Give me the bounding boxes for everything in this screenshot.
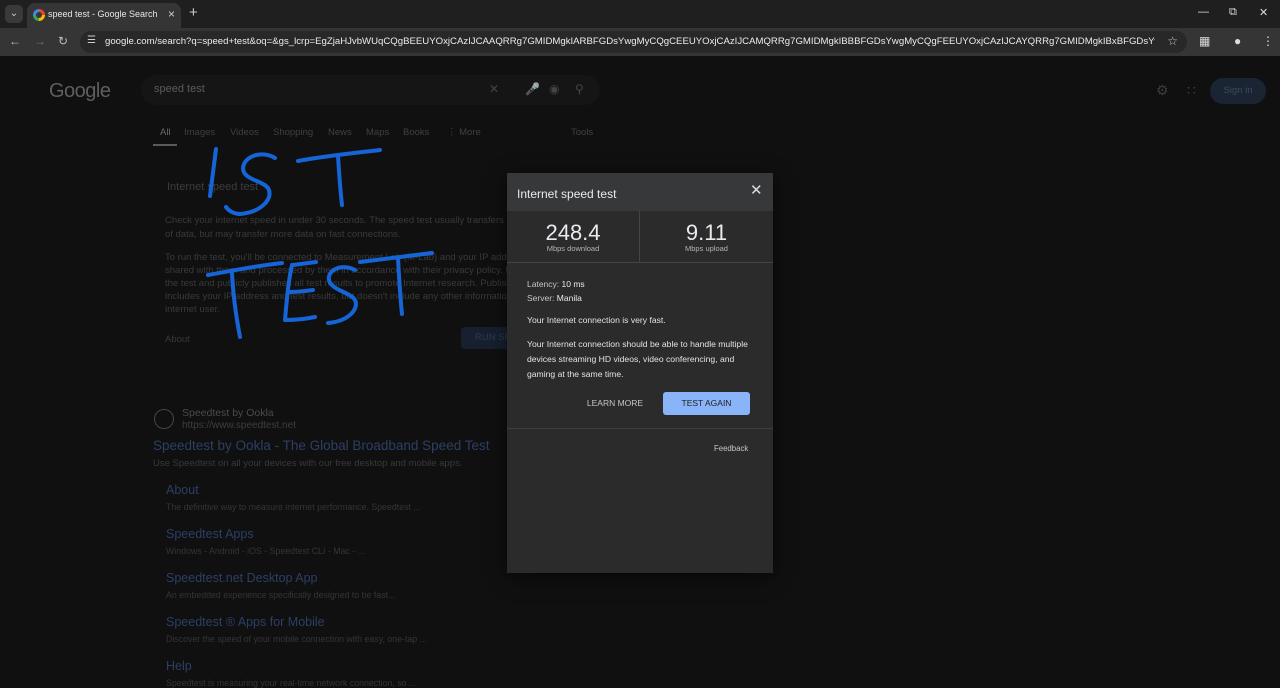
sign-in-button[interactable]: Sign in: [1210, 78, 1266, 104]
reload-icon[interactable]: ↻: [58, 34, 68, 48]
new-tab-icon[interactable]: +: [189, 5, 198, 20]
menu-icon[interactable]: ⋮: [1262, 34, 1274, 48]
sitelink-title[interactable]: Speedtest ® Apps for Mobile: [166, 615, 325, 629]
test-again-button[interactable]: TEST AGAIN: [663, 392, 750, 415]
back-icon[interactable]: ←: [9, 34, 21, 48]
dialog-divider: [507, 428, 773, 429]
mic-icon[interactable]: 🎤: [525, 82, 540, 96]
sitelink-desc: Speedtest is measuring your real-time ne…: [166, 678, 417, 688]
speed-test-text-3: To run the test, you'll be connected to …: [165, 252, 554, 263]
result-url[interactable]: https://www.speedtest.net: [182, 420, 296, 431]
profile-icon[interactable]: ●: [1234, 34, 1241, 48]
sitelink-title[interactable]: About: [166, 483, 199, 497]
lens-icon[interactable]: ◉: [549, 82, 559, 96]
latency-value: 10 ms: [561, 279, 585, 289]
upload-value: 9.11: [685, 220, 728, 245]
address-bar[interactable]: ☰ google.com/search?q=speed+test&oq=&gs_…: [80, 31, 1187, 53]
close-window-icon[interactable]: ✕: [1259, 6, 1268, 19]
screen: ⌄ speed test - Google Search × + — ⧉ ✕ ←…: [0, 0, 1280, 688]
speed-test-dialog: Internet speed test ✕ 248.4 Mbps downloa…: [507, 173, 773, 573]
site-info-icon[interactable]: ☰: [87, 35, 96, 46]
download-unit: Mbps download: [546, 244, 600, 253]
filter-all[interactable]: All: [160, 127, 171, 138]
google-logo[interactable]: Google: [49, 80, 111, 103]
close-tab-icon[interactable]: ×: [168, 7, 175, 21]
download-metric: 248.4 Mbps download: [507, 211, 640, 263]
latency-label: Latency:: [527, 279, 560, 289]
server-value: Manila: [556, 293, 582, 303]
dialog-title: Internet speed test: [517, 187, 617, 201]
tab-search-icon[interactable]: ⌄: [5, 5, 23, 23]
search-box[interactable]: speed test ✕ 🎤 ◉ ⚲: [141, 75, 600, 105]
filter-images[interactable]: Images: [184, 127, 215, 138]
speed-test-text-2: of data, but may transfer more data on f…: [165, 229, 401, 240]
learn-more-button[interactable]: LEARN MORE: [580, 398, 650, 412]
minimize-icon[interactable]: —: [1198, 6, 1209, 18]
sitelink-title[interactable]: Help: [166, 659, 192, 673]
tab-title: speed test - Google Search: [48, 9, 158, 19]
filter-more[interactable]: ⋮ More: [447, 127, 481, 138]
sitelink-desc: An embedded experience specifically desi…: [166, 590, 396, 600]
browser-tab[interactable]: speed test - Google Search ×: [27, 3, 181, 28]
sitelink-desc: The definitive way to measure internet p…: [166, 502, 421, 512]
search-icon[interactable]: ⚲: [575, 82, 584, 96]
upload-unit: Mbps upload: [685, 244, 728, 253]
latency-row: Latency: 10 ms: [527, 279, 585, 289]
ookla-favicon-icon: [154, 409, 174, 429]
server-row: Server: Manila: [527, 293, 582, 303]
sitelink-title[interactable]: Speedtest.net Desktop App: [166, 571, 318, 585]
bookmark-star-icon[interactable]: ☆: [1167, 34, 1178, 48]
search-input[interactable]: speed test: [154, 83, 205, 95]
feedback-link[interactable]: Feedback: [714, 444, 748, 453]
dialog-header: Internet speed test ✕: [507, 173, 773, 211]
verdict-text: Your Internet connection is very fast.: [527, 315, 666, 325]
detail-text: Your Internet connection should be able …: [527, 339, 748, 379]
about-link[interactable]: About: [165, 333, 190, 347]
extensions-icon[interactable]: ▦: [1199, 34, 1210, 48]
settings-gear-icon[interactable]: ⚙: [1156, 82, 1169, 99]
speed-test-heading: Internet speed test: [167, 181, 259, 193]
tools-button[interactable]: Tools: [571, 127, 593, 138]
address-url[interactable]: google.com/search?q=speed+test&oq=&gs_lc…: [105, 36, 1155, 47]
filter-news[interactable]: News: [328, 127, 352, 138]
filter-videos[interactable]: Videos: [230, 127, 259, 138]
filter-books[interactable]: Books: [403, 127, 429, 138]
speed-metrics: 248.4 Mbps download 9.11 Mbps upload: [507, 211, 773, 263]
speed-test-text-7: internet user.: [165, 304, 220, 315]
upload-metric: 9.11 Mbps upload: [640, 211, 773, 263]
filter-maps[interactable]: Maps: [366, 127, 389, 138]
download-value: 248.4: [545, 220, 601, 245]
sitelink-desc: Windows - Android - iOS - Speedtest CLI …: [166, 546, 365, 556]
result-title-link[interactable]: Speedtest by Ookla - The Global Broadban…: [153, 438, 489, 453]
apps-grid-icon[interactable]: ∷: [1187, 82, 1196, 99]
server-label: Server:: [527, 293, 555, 303]
tab-bar: ⌄ speed test - Google Search × + — ⧉ ✕: [0, 0, 1280, 28]
forward-icon[interactable]: →: [34, 34, 46, 48]
sitelink-title[interactable]: Speedtest Apps: [166, 527, 254, 541]
clear-icon[interactable]: ✕: [489, 82, 499, 96]
sitelink-desc: Discover the speed of your mobile connec…: [166, 634, 427, 644]
restore-icon[interactable]: ⧉: [1229, 6, 1237, 19]
browser-toolbar: ← → ↻ ☰ google.com/search?q=speed+test&o…: [0, 28, 1280, 56]
filter-shopping[interactable]: Shopping: [273, 127, 313, 138]
active-filter-underline: [153, 144, 177, 146]
result-snippet: Use Speedtest on all your devices with o…: [153, 458, 463, 469]
close-icon[interactable]: ✕: [750, 183, 763, 198]
result-site-name[interactable]: Speedtest by Ookla: [182, 407, 274, 419]
google-favicon-icon: [33, 9, 45, 21]
